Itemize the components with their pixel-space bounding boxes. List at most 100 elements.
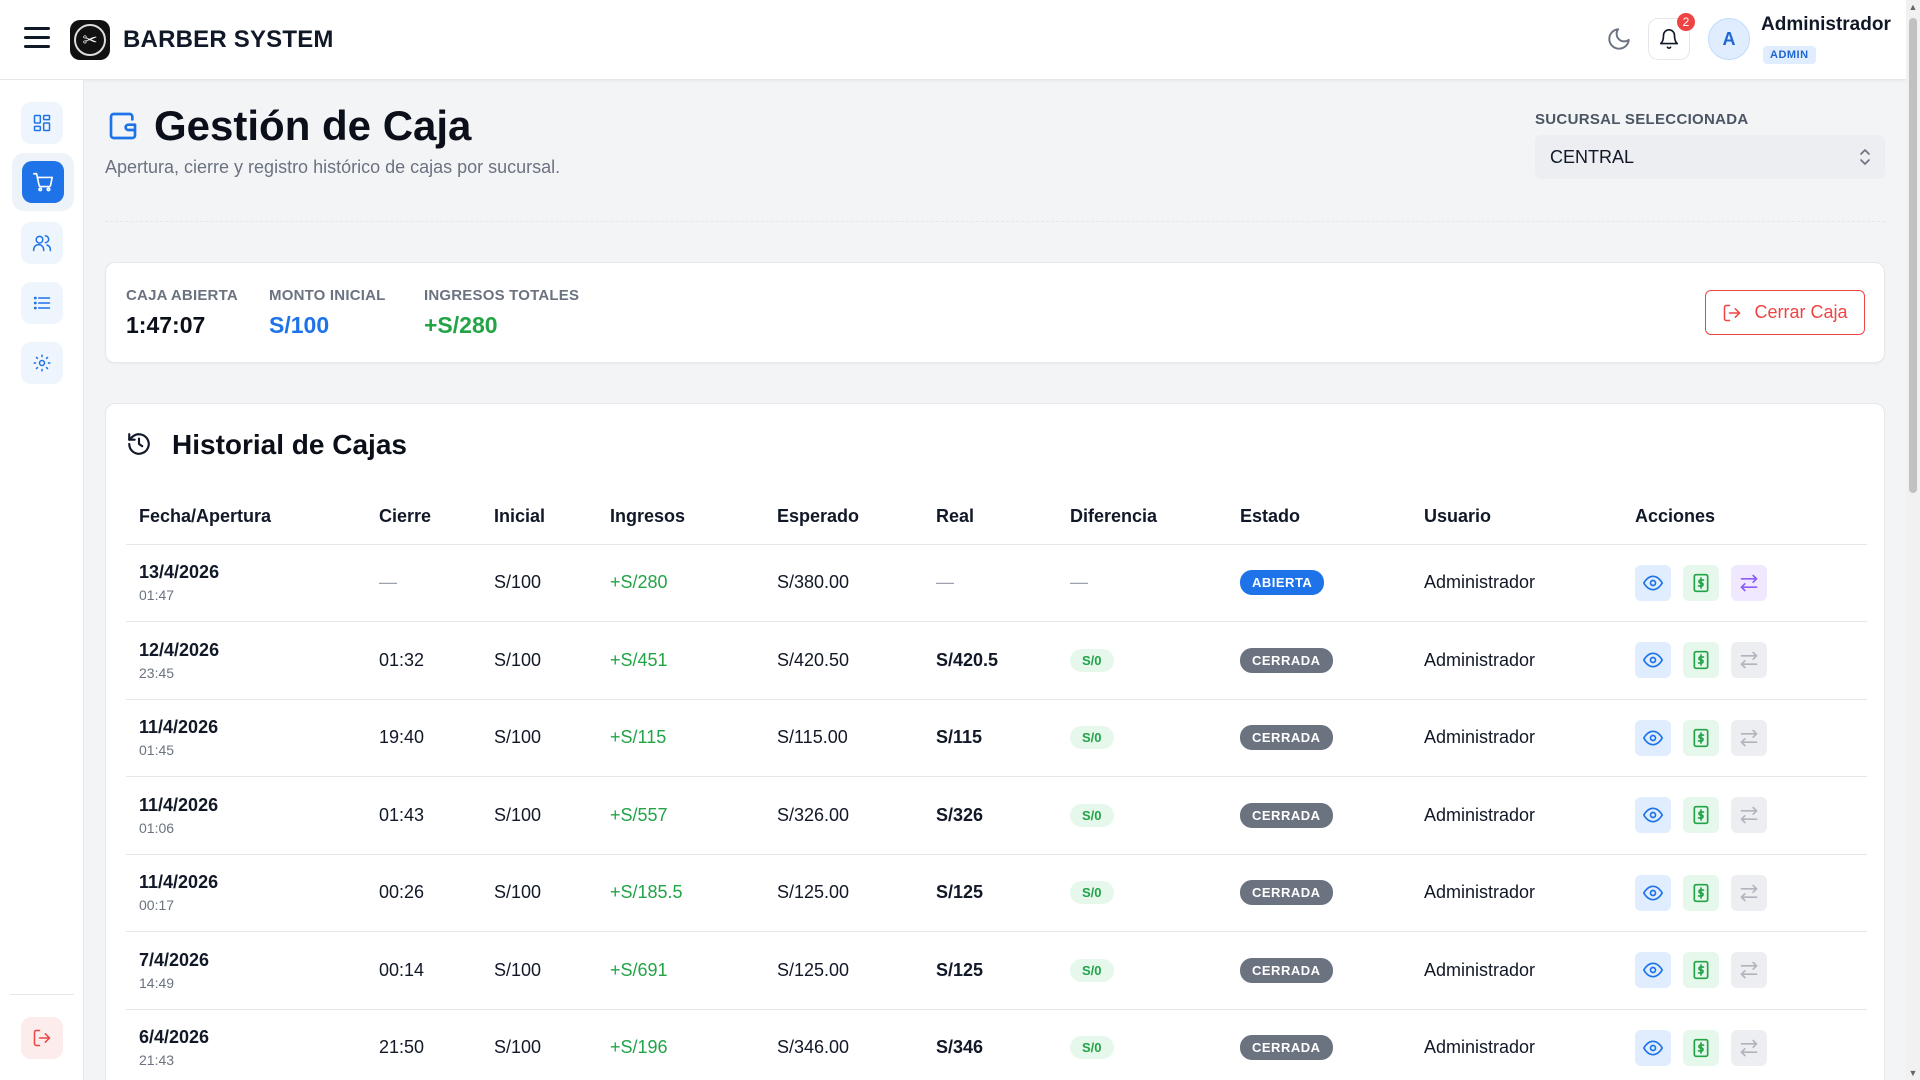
real-value: —	[936, 572, 954, 593]
cash-detail-button[interactable]	[1683, 797, 1719, 834]
transfer-button[interactable]	[1731, 874, 1767, 911]
column-header: Esperado	[764, 490, 923, 545]
menu-icon[interactable]	[24, 27, 50, 49]
table-row: 13/4/2026 01:47 — S/100 +S/280 S/380.00 — — ABIE…	[126, 544, 1867, 622]
sidebar-item-settings[interactable]	[21, 342, 63, 384]
transfer-button[interactable]	[1731, 1029, 1767, 1066]
user-name: Administrador	[1424, 804, 1536, 825]
real-value: S/125	[936, 959, 984, 980]
transfer-button[interactable]	[1731, 564, 1767, 601]
bell-icon	[1659, 29, 1679, 49]
view-button[interactable]	[1635, 874, 1671, 911]
user-name: Administrador	[1424, 959, 1536, 980]
table-row: 11/4/2026 01:06 01:43 S/100 +S/557 S/326.00 S/…	[126, 776, 1867, 855]
scrollbar-thumb[interactable]	[1909, 18, 1917, 493]
open-time: 01:06	[139, 819, 175, 836]
cart-icon	[33, 172, 53, 192]
column-header: Cierre	[366, 490, 481, 545]
view-button[interactable]	[1635, 952, 1671, 989]
eye-icon	[1643, 728, 1663, 748]
sidebar	[0, 80, 84, 1080]
swap-arrows-icon	[1739, 805, 1759, 825]
difference-badge: S/0	[1070, 803, 1114, 827]
transfer-button[interactable]	[1731, 719, 1767, 756]
scroll-down-arrow[interactable]: ▼	[1908, 1068, 1918, 1078]
cash-icon	[1691, 805, 1711, 825]
swap-arrows-icon	[1739, 883, 1759, 903]
open-date: 11/4/2026	[139, 872, 219, 893]
expected-amount: S/125.00	[777, 882, 850, 903]
stat-value: 1:47:07	[126, 312, 206, 338]
view-button[interactable]	[1635, 797, 1671, 834]
real-value: S/420.5	[936, 649, 999, 670]
grid-icon	[33, 114, 51, 132]
view-button[interactable]	[1635, 642, 1671, 679]
sidebar-item-list[interactable]	[21, 282, 63, 324]
transfer-button[interactable]	[1731, 642, 1767, 679]
difference-badge: S/0	[1070, 648, 1114, 672]
view-button[interactable]	[1635, 1029, 1671, 1066]
sidebar-divider	[10, 994, 74, 995]
swap-arrows-icon	[1739, 1038, 1759, 1058]
sidebar-item-users[interactable]	[21, 222, 63, 264]
page-subtitle: Apertura, cierre y registro histórico de…	[105, 157, 561, 177]
expected-amount: S/115.00	[777, 727, 848, 748]
cash-detail-button[interactable]	[1683, 952, 1719, 989]
swap-arrows-icon	[1739, 728, 1759, 748]
user-name: Administrador	[1424, 1037, 1536, 1058]
cash-detail-button[interactable]	[1683, 874, 1719, 911]
stat-value: S/100	[269, 312, 330, 338]
open-time: 00:17	[139, 897, 175, 914]
history-icon	[128, 433, 150, 455]
user-name: Administrador	[1761, 14, 1891, 35]
users-icon	[32, 235, 52, 252]
initial-amount: S/100	[494, 1037, 542, 1058]
status-badge: CERRADA	[1240, 880, 1333, 906]
column-header: Ingresos	[597, 490, 764, 545]
column-header: Estado	[1227, 490, 1411, 545]
cash-history-card: Historial de Cajas Fecha/Apertura Cierre…	[105, 403, 1885, 1080]
expected-amount: S/380.00	[777, 572, 850, 593]
branch-value: CENTRAL	[1550, 147, 1635, 167]
open-time: 14:49	[139, 974, 175, 991]
initial-amount: S/100	[494, 649, 542, 670]
transfer-button[interactable]	[1731, 797, 1767, 834]
row-actions	[1635, 719, 1867, 756]
column-header: Usuario	[1411, 490, 1622, 545]
sidebar-item-cash[interactable]	[12, 153, 74, 211]
avatar[interactable]: A	[1708, 18, 1750, 60]
column-header: Acciones	[1622, 490, 1867, 545]
income-amount: +S/115	[610, 727, 667, 748]
view-button[interactable]	[1635, 719, 1671, 756]
branch-select[interactable]: CENTRAL	[1535, 135, 1885, 179]
cash-detail-button[interactable]	[1683, 719, 1719, 756]
difference-badge: S/0	[1070, 726, 1114, 750]
header-divider	[105, 221, 1885, 222]
view-button[interactable]	[1635, 564, 1671, 601]
dark-mode-icon[interactable]	[1606, 26, 1632, 52]
stat-label: CAJA ABIERTA	[126, 287, 238, 304]
cash-detail-button[interactable]	[1683, 642, 1719, 679]
cash-icon	[1691, 728, 1711, 748]
stat-total-income: INGRESOS TOTALES +S/280	[424, 287, 579, 339]
sidebar-item-dashboard[interactable]	[21, 102, 63, 144]
notifications-button[interactable]: 2	[1648, 13, 1695, 60]
open-time: 01:47	[139, 587, 175, 604]
status-badge: CERRADA	[1240, 725, 1333, 751]
cash-detail-button[interactable]	[1683, 1029, 1719, 1066]
page-scrollbar[interactable]: ▲ ▼	[1906, 0, 1920, 1080]
transfer-button[interactable]	[1731, 952, 1767, 989]
close-cash-label: Cerrar Caja	[1754, 302, 1848, 322]
chevron-updown-icon	[1860, 149, 1870, 165]
close-cash-button[interactable]: Cerrar Caja	[1705, 290, 1865, 335]
column-header: Fecha/Apertura	[126, 490, 366, 545]
scroll-up-arrow[interactable]: ▲	[1908, 2, 1918, 12]
income-amount: +S/691	[610, 959, 668, 980]
logout-button[interactable]	[21, 1017, 63, 1059]
cash-icon	[1691, 650, 1711, 670]
table-row: 11/4/2026 01:45 19:40 S/100 +S/115 S/115.00 S/…	[126, 699, 1867, 777]
open-time: 01:45	[139, 742, 175, 759]
cash-detail-button[interactable]	[1683, 564, 1719, 601]
close-time: 01:32	[379, 649, 425, 670]
row-actions	[1635, 564, 1867, 601]
